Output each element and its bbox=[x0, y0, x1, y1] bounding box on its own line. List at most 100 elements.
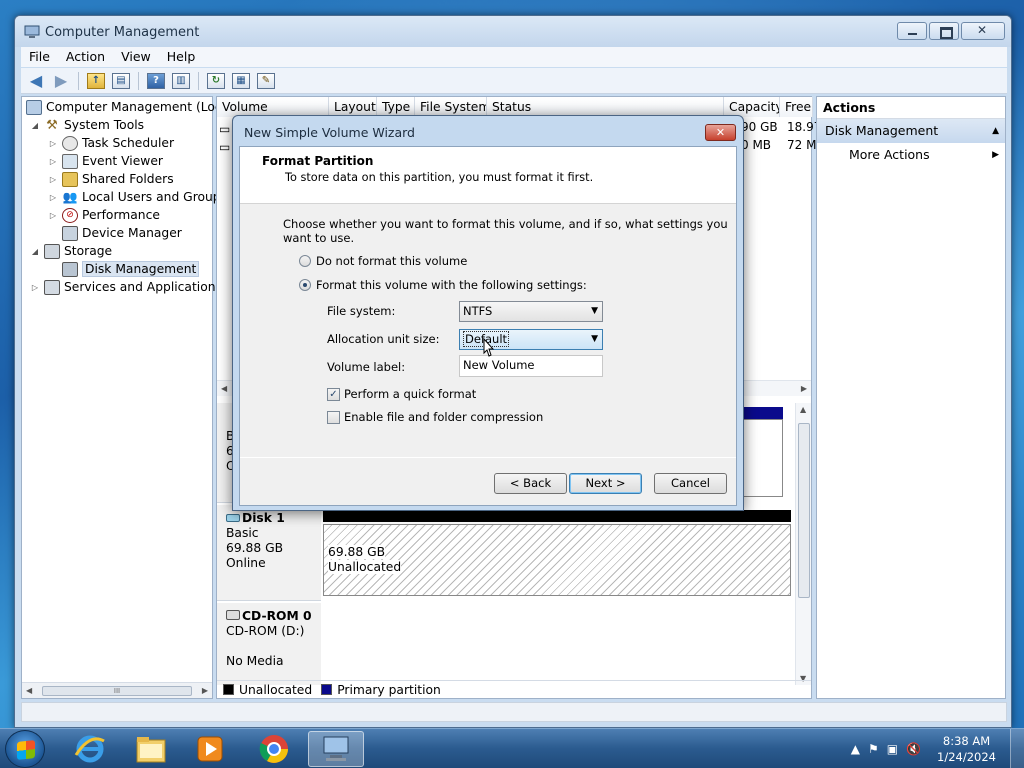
legend: Unallocated Primary partition bbox=[217, 680, 811, 698]
tree-item-system-tools[interactable]: ◢ ⚒ System Tools bbox=[30, 116, 144, 134]
capacity-cell: 90 GB bbox=[741, 120, 778, 134]
disk-view-vertical-scrollbar[interactable]: ▲ ▼ bbox=[795, 403, 811, 685]
next-button[interactable]: Next > bbox=[569, 473, 642, 494]
column-volume[interactable]: Volume bbox=[217, 97, 329, 117]
column-capacity[interactable]: Capacity bbox=[724, 97, 780, 117]
settings-icon[interactable]: ✎ bbox=[255, 71, 277, 91]
back-button[interactable]: < Back bbox=[494, 473, 567, 494]
show-hide-action-pane-icon[interactable]: ▥ bbox=[170, 71, 192, 91]
instructions: Choose whether you want to format this v… bbox=[283, 217, 728, 245]
window-title: Computer Management bbox=[45, 25, 200, 40]
tree-item-services[interactable]: ▷ Services and Applications bbox=[30, 278, 222, 296]
show-hidden-icons-icon[interactable]: ▲ bbox=[851, 742, 860, 756]
capacity-cell: 0 MB bbox=[741, 138, 772, 152]
scroll-up-icon[interactable]: ▲ bbox=[800, 405, 806, 414]
close-button[interactable] bbox=[961, 22, 1005, 40]
disk-0-partition[interactable] bbox=[741, 419, 783, 497]
windows-explorer-icon[interactable] bbox=[123, 731, 179, 767]
clock[interactable]: 8:38 AM 1/24/2024 bbox=[937, 733, 996, 765]
menu-file[interactable]: File bbox=[21, 47, 58, 67]
scroll-thumb[interactable] bbox=[798, 423, 810, 598]
properties-icon[interactable]: ▦ bbox=[230, 71, 252, 91]
tree-item-task-scheduler[interactable]: ▷ Task Scheduler bbox=[48, 134, 174, 152]
tree-item-event-viewer[interactable]: ▷ Event Viewer bbox=[48, 152, 163, 170]
minimize-button[interactable] bbox=[897, 22, 927, 40]
show-desktop-button[interactable] bbox=[1010, 729, 1024, 768]
primary-partition-swatch bbox=[321, 684, 333, 695]
tree-horizontal-scrollbar[interactable]: ◀ III ▶ bbox=[22, 682, 212, 698]
expanded-icon[interactable]: ◢ bbox=[30, 121, 40, 130]
actions-title: Actions bbox=[817, 97, 1005, 119]
scroll-left-icon[interactable]: ◀ bbox=[221, 384, 227, 393]
refresh-icon[interactable]: ↻ bbox=[205, 71, 227, 91]
forward-arrow-icon[interactable]: ▶ bbox=[50, 71, 72, 91]
menu-bar: File Action View Help bbox=[21, 47, 1007, 67]
media-player-icon[interactable] bbox=[182, 731, 238, 767]
tree-item-device-manager[interactable]: Device Manager bbox=[62, 224, 182, 242]
title-bar[interactable]: Computer Management bbox=[15, 16, 1011, 47]
collapsed-icon[interactable]: ▷ bbox=[48, 157, 58, 166]
volume-muted-icon[interactable]: 🔇 bbox=[906, 742, 921, 756]
dropdown-arrow-icon: ▼ bbox=[591, 306, 598, 316]
scroll-thumb[interactable]: III bbox=[42, 686, 192, 696]
compression-checkbox[interactable] bbox=[327, 410, 340, 424]
compression-option[interactable]: Enable file and folder compression bbox=[327, 410, 543, 424]
cancel-button[interactable]: Cancel bbox=[654, 473, 727, 494]
column-file-system[interactable]: File System bbox=[415, 97, 487, 117]
tree-item-storage[interactable]: ◢ Storage bbox=[30, 242, 112, 260]
cdrom-0-label[interactable]: CD-ROM 0 CD-ROM (D:) No Media bbox=[217, 603, 321, 685]
dialog-close-button[interactable]: ✕ bbox=[705, 124, 736, 141]
file-system-dropdown[interactable]: NTFS ▼ bbox=[459, 301, 603, 322]
quick-format-option[interactable]: ✓ Perform a quick format bbox=[327, 387, 476, 401]
format-option[interactable]: Format this volume with the following se… bbox=[299, 278, 587, 292]
scroll-right-icon[interactable]: ▶ bbox=[202, 686, 208, 695]
tree-item-root[interactable]: Computer Management (Local bbox=[26, 98, 233, 116]
start-button[interactable] bbox=[5, 730, 45, 768]
action-center-icon[interactable]: ⚑ bbox=[868, 742, 879, 756]
network-icon[interactable]: ▣ bbox=[887, 742, 898, 756]
tree-item-performance[interactable]: ▷ ⊘ Performance bbox=[48, 206, 160, 224]
tree-item-shared-folders[interactable]: ▷ Shared Folders bbox=[48, 170, 174, 188]
collapse-icon[interactable]: ▲ bbox=[992, 119, 999, 143]
volume-label-input[interactable]: New Volume bbox=[459, 355, 603, 377]
tree-item-local-users[interactable]: ▷ 👥 Local Users and Groups bbox=[48, 188, 227, 206]
scroll-right-icon[interactable]: ▶ bbox=[801, 384, 807, 393]
device-manager-icon bbox=[62, 225, 78, 241]
computer-management-taskbar-icon[interactable] bbox=[308, 731, 364, 767]
collapsed-icon[interactable]: ▷ bbox=[48, 175, 58, 184]
more-actions[interactable]: More Actions ▶ bbox=[817, 143, 1005, 167]
column-free[interactable]: Free bbox=[780, 97, 813, 117]
column-type[interactable]: Type bbox=[377, 97, 415, 117]
no-format-radio[interactable] bbox=[299, 255, 311, 267]
cdrom-icon bbox=[226, 610, 240, 620]
clock-icon bbox=[62, 135, 78, 151]
collapsed-icon[interactable]: ▷ bbox=[48, 193, 58, 202]
allocation-unit-dropdown[interactable]: Default ▼ bbox=[459, 329, 603, 350]
collapsed-icon[interactable]: ▷ bbox=[48, 139, 58, 148]
quick-format-checkbox[interactable]: ✓ bbox=[327, 387, 340, 401]
maximize-button[interactable] bbox=[929, 22, 959, 40]
up-folder-icon[interactable]: ↑ bbox=[85, 71, 107, 91]
scroll-left-icon[interactable]: ◀ bbox=[26, 686, 32, 695]
menu-help[interactable]: Help bbox=[159, 47, 204, 67]
column-layout[interactable]: Layout bbox=[329, 97, 377, 117]
menu-action[interactable]: Action bbox=[58, 47, 113, 67]
no-format-option[interactable]: Do not format this volume bbox=[299, 254, 467, 268]
collapsed-icon[interactable]: ▷ bbox=[30, 283, 40, 292]
help-icon[interactable]: ? bbox=[145, 71, 167, 91]
column-status[interactable]: Status bbox=[487, 97, 724, 117]
expanded-icon[interactable]: ◢ bbox=[30, 247, 40, 256]
format-radio[interactable] bbox=[299, 279, 311, 291]
unallocated-partition[interactable]: 69.88 GB Unallocated bbox=[323, 524, 791, 596]
actions-section-disk-management[interactable]: Disk Management ▲ bbox=[817, 119, 1005, 143]
collapsed-icon[interactable]: ▷ bbox=[48, 211, 58, 220]
submenu-arrow-icon: ▶ bbox=[992, 150, 999, 160]
chrome-icon[interactable] bbox=[246, 731, 302, 767]
windows-logo-icon bbox=[17, 740, 35, 760]
menu-view[interactable]: View bbox=[113, 47, 159, 67]
disk-1-label[interactable]: Disk 1 Basic 69.88 GB Online bbox=[217, 505, 321, 601]
internet-explorer-icon[interactable] bbox=[62, 731, 118, 767]
show-hide-console-tree-icon[interactable]: ▤ bbox=[110, 71, 132, 91]
tree-item-disk-management[interactable]: Disk Management bbox=[62, 260, 200, 278]
back-arrow-icon[interactable]: ◀ bbox=[25, 71, 47, 91]
